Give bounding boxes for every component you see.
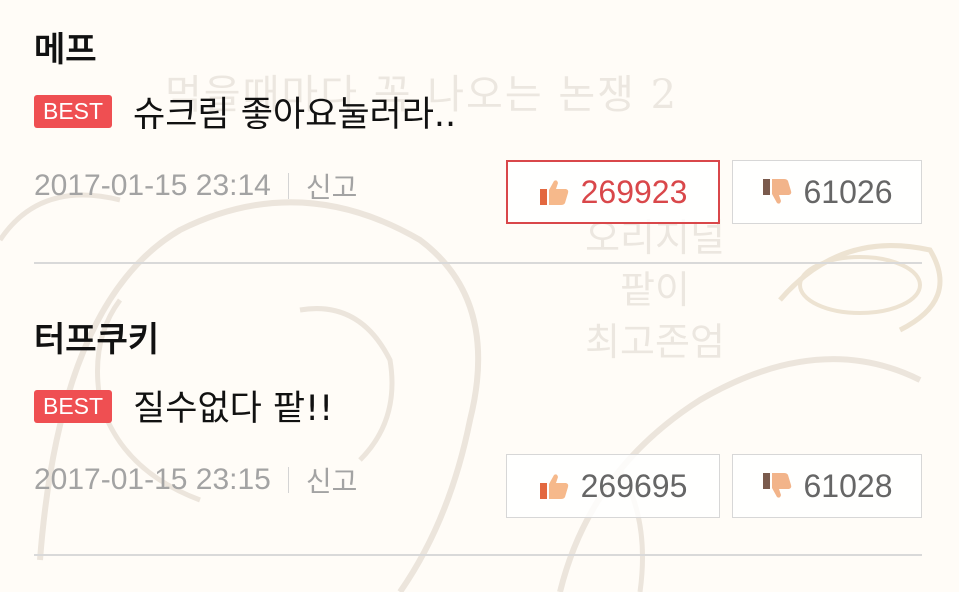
report-link[interactable]: 신고 bbox=[306, 460, 358, 500]
report-link[interactable]: 신고 bbox=[306, 166, 358, 206]
like-button[interactable]: 269923 bbox=[506, 160, 720, 224]
comment-date: 2017-01-15 23:14 bbox=[34, 169, 271, 202]
comment-text: 질수없다 팥!! bbox=[133, 389, 334, 429]
meta-separator bbox=[287, 467, 289, 493]
dislike-button[interactable]: 61026 bbox=[732, 160, 922, 224]
best-badge: BEST bbox=[34, 95, 113, 128]
dislike-count: 61028 bbox=[803, 467, 893, 504]
comment-item: 터프쿠키 BEST 질수없다 팥!! 2017-01-15 23:15 신고 2… bbox=[0, 264, 959, 554]
comment-author[interactable]: 메프 bbox=[34, 22, 97, 71]
thumbs-down-icon bbox=[762, 179, 791, 204]
like-count: 269695 bbox=[580, 467, 688, 504]
comment-author[interactable]: 터프쿠키 bbox=[34, 312, 159, 361]
comment-meta: 2017-01-15 23:15 신고 bbox=[34, 460, 357, 500]
dislike-button[interactable]: 61028 bbox=[732, 454, 922, 518]
meta-separator bbox=[287, 173, 289, 199]
like-button[interactable]: 269695 bbox=[506, 454, 720, 518]
thumbs-down-icon bbox=[762, 473, 791, 498]
comment-divider bbox=[34, 554, 922, 556]
comment-item: 메프 BEST 슈크림 좋아요눌러라.. 2017-01-15 23:14 신고… bbox=[0, 0, 959, 262]
thumbs-up-icon bbox=[539, 180, 568, 205]
comment-text: 슈크림 좋아요눌러라.. bbox=[133, 95, 457, 135]
thumbs-up-icon bbox=[539, 474, 568, 499]
comment-meta: 2017-01-15 23:14 신고 bbox=[34, 166, 357, 206]
like-count: 269923 bbox=[580, 173, 688, 210]
best-badge: BEST bbox=[34, 390, 113, 423]
dislike-count: 61026 bbox=[803, 173, 893, 210]
comment-date: 2017-01-15 23:15 bbox=[34, 463, 271, 496]
